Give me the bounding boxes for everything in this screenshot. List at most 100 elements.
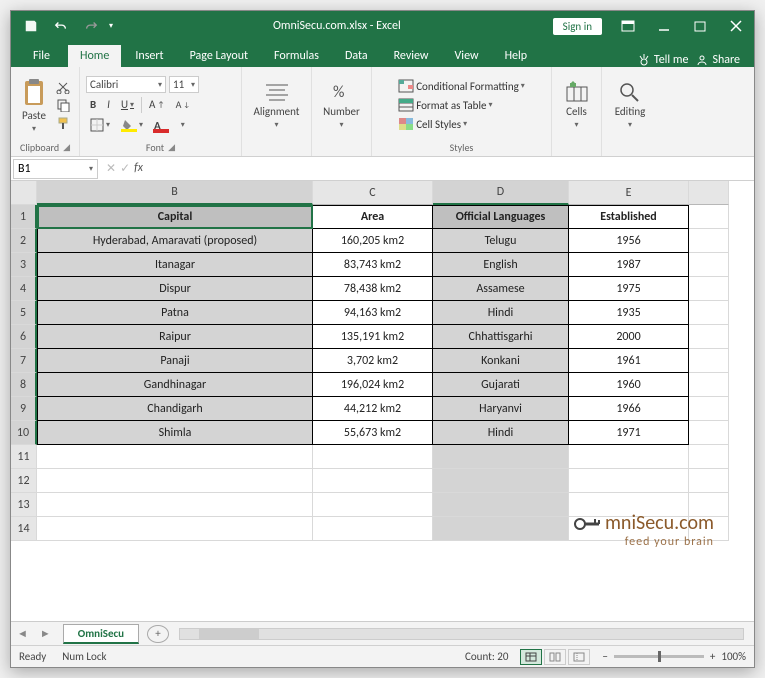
cell-blank-14[interactable] [689, 517, 729, 541]
cell-E14[interactable] [569, 517, 689, 541]
cell-C3[interactable]: 83,743 km2 [313, 253, 433, 277]
cell-C1[interactable]: Area [313, 205, 433, 229]
cell-B10[interactable]: Shimla [37, 421, 313, 445]
cell-B11[interactable] [37, 445, 313, 469]
cell-B9[interactable]: Chandigarh [37, 397, 313, 421]
tab-help[interactable]: Help [493, 45, 540, 67]
cell-E13[interactable] [569, 493, 689, 517]
cell-C7[interactable]: 3,702 km2 [313, 349, 433, 373]
cell-D3[interactable]: English [433, 253, 569, 277]
zoom-out-button[interactable]: − [602, 650, 607, 663]
cell-D4[interactable]: Assamese [433, 277, 569, 301]
row-header-8[interactable]: 8 [11, 373, 37, 397]
sheet-tab[interactable]: OmniSecu [63, 624, 139, 644]
row-header-3[interactable]: 3 [11, 253, 37, 277]
minimize-button[interactable] [646, 11, 682, 41]
cell-C11[interactable] [313, 445, 433, 469]
zoom-in-button[interactable]: + [710, 650, 715, 663]
format-painter-icon[interactable] [53, 115, 73, 131]
cell-E10[interactable]: 1971 [569, 421, 689, 445]
alignment-button[interactable]: Alignment▾ [254, 81, 300, 130]
cell-D12[interactable] [433, 469, 569, 493]
cell-styles-button[interactable]: Cell Styles▾ [394, 115, 529, 133]
cell-E2[interactable]: 1956 [569, 229, 689, 253]
tab-insert[interactable]: Insert [123, 45, 175, 67]
add-sheet-button[interactable]: + [147, 625, 169, 643]
cell-blank-13[interactable] [689, 493, 729, 517]
cell-E4[interactable]: 1975 [569, 277, 689, 301]
column-header-D[interactable]: D [433, 181, 569, 205]
cell-blank-9[interactable] [689, 397, 729, 421]
tab-view[interactable]: View [443, 45, 491, 67]
maximize-button[interactable] [682, 11, 718, 41]
cell-C12[interactable] [313, 469, 433, 493]
name-box[interactable]: B1▾ [13, 159, 98, 179]
cell-blank-8[interactable] [689, 373, 729, 397]
row-header-9[interactable]: 9 [11, 397, 37, 421]
cell-blank-6[interactable] [689, 325, 729, 349]
sign-in-button[interactable]: Sign in [553, 18, 602, 35]
row-header-14[interactable]: 14 [11, 517, 37, 541]
cell-blank-7[interactable] [689, 349, 729, 373]
decrease-font-button[interactable]: A↓ [172, 96, 194, 113]
share-button[interactable]: Share [696, 53, 740, 67]
bold-button[interactable]: B [86, 96, 100, 113]
row-header-12[interactable]: 12 [11, 469, 37, 493]
page-layout-view-button[interactable] [544, 649, 566, 665]
column-header-C[interactable]: C [313, 181, 433, 205]
tab-nav-prev-icon[interactable]: ◄ [11, 627, 34, 640]
cell-C5[interactable]: 94,163 km2 [313, 301, 433, 325]
conditional-formatting-button[interactable]: Conditional Formatting▾ [394, 77, 529, 95]
cell-C14[interactable] [313, 517, 433, 541]
cell-B3[interactable]: Itanagar [37, 253, 313, 277]
cell-B1[interactable]: Capital [37, 205, 313, 229]
redo-icon[interactable] [79, 14, 103, 38]
cell-E9[interactable]: 1966 [569, 397, 689, 421]
font-color-button[interactable]: A▾ [150, 117, 189, 134]
page-break-view-button[interactable] [568, 649, 590, 665]
cell-C4[interactable]: 78,438 km2 [313, 277, 433, 301]
tab-nav-next-icon[interactable]: ► [34, 627, 57, 640]
horizontal-scrollbar[interactable] [179, 628, 744, 640]
cell-C13[interactable] [313, 493, 433, 517]
qat-more-icon[interactable]: ▾ [109, 21, 113, 31]
cell-B6[interactable]: Raipur [37, 325, 313, 349]
save-icon[interactable] [19, 14, 43, 38]
row-header-11[interactable]: 11 [11, 445, 37, 469]
cell-D13[interactable] [433, 493, 569, 517]
cell-B13[interactable] [37, 493, 313, 517]
cell-E8[interactable]: 1960 [569, 373, 689, 397]
cells-button[interactable]: Cells▾ [558, 81, 595, 130]
cell-blank-12[interactable] [689, 469, 729, 493]
column-header-blank[interactable] [689, 181, 729, 205]
cell-B4[interactable]: Dispur [37, 277, 313, 301]
cell-blank-5[interactable] [689, 301, 729, 325]
cell-D6[interactable]: Chhattisgarhi [433, 325, 569, 349]
row-header-1[interactable]: 1 [11, 205, 37, 229]
cell-C6[interactable]: 135,191 km2 [313, 325, 433, 349]
cell-B2[interactable]: Hyderabad, Amaravati (proposed) [37, 229, 313, 253]
cell-E1[interactable]: Established [569, 205, 689, 229]
cell-B7[interactable]: Panaji [37, 349, 313, 373]
row-header-2[interactable]: 2 [11, 229, 37, 253]
copy-icon[interactable] [53, 97, 73, 113]
fill-color-button[interactable]: ▾ [117, 116, 147, 134]
cell-blank-11[interactable] [689, 445, 729, 469]
format-as-table-button[interactable]: Format as Table▾ [394, 96, 529, 114]
select-all-button[interactable] [11, 181, 37, 205]
cell-blank-3[interactable] [689, 253, 729, 277]
increase-font-button[interactable]: A↑ [145, 96, 169, 113]
tab-formulas[interactable]: Formulas [262, 45, 331, 67]
undo-icon[interactable] [49, 14, 73, 38]
cell-blank-4[interactable] [689, 277, 729, 301]
clipboard-launcher-icon[interactable]: ◢ [63, 142, 70, 153]
cut-icon[interactable] [53, 79, 73, 95]
zoom-slider[interactable] [614, 655, 704, 658]
normal-view-button[interactable] [520, 649, 542, 665]
cell-B14[interactable] [37, 517, 313, 541]
row-header-13[interactable]: 13 [11, 493, 37, 517]
cell-C10[interactable]: 55,673 km2 [313, 421, 433, 445]
number-button[interactable]: % Number▾ [319, 81, 365, 130]
tab-file[interactable]: File [17, 45, 66, 67]
row-header-4[interactable]: 4 [11, 277, 37, 301]
